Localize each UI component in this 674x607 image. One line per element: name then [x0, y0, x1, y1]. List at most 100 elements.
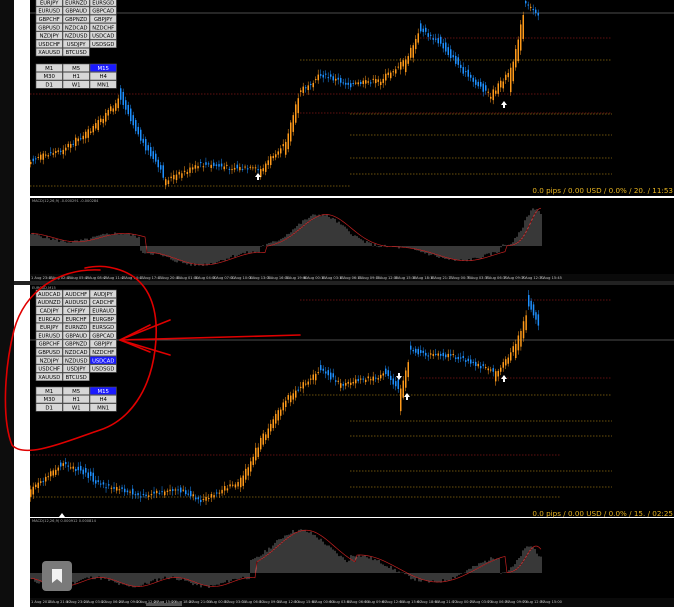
scrollbar-thumb[interactable]: [146, 603, 182, 606]
timeframe-button-h1[interactable]: H1: [62, 394, 90, 404]
candlestick: [45, 476, 47, 482]
chart-window-bottom[interactable]: EURCAD,M15 1 Aug 20181 Aug 21:001 Aug 23…: [30, 285, 674, 607]
price-chart-area[interactable]: [30, 285, 674, 517]
symbol-button-usdchf[interactable]: USDCHF: [35, 364, 63, 373]
candlestick: [532, 8, 534, 11]
symbol-button-usdcad[interactable]: USDCAD: [89, 31, 117, 40]
symbol-button-chfjpy[interactable]: CHFJPY: [62, 306, 90, 315]
symbol-button-gbpjpy[interactable]: GBPJPY: [89, 14, 117, 24]
symbol-button-nzdjpy[interactable]: NZDJPY: [35, 31, 63, 40]
symbol-button-eurnzd[interactable]: EURNZD: [62, 0, 90, 7]
chart-window-top[interactable]: 1 Aug 23:452 Aug 02:452 Aug 05:452 Aug 0…: [30, 0, 674, 281]
candlestick: [210, 494, 213, 498]
symbol-button-usdsgd[interactable]: USDSGD: [89, 364, 117, 373]
candlestick: [390, 375, 392, 381]
symbol-button-gbpnzd[interactable]: GBPNZD: [62, 14, 90, 24]
timeframe-button-h4[interactable]: H4: [89, 72, 117, 81]
candlestick: [517, 39, 519, 62]
timeframe-button-mn1[interactable]: MN1: [89, 403, 117, 412]
candlestick: [305, 87, 307, 89]
symbol-button-gbpusd[interactable]: GBPUSD: [35, 23, 63, 32]
timeframe-button-m1[interactable]: M1: [35, 63, 63, 72]
symbol-button-eurgbp[interactable]: EURGBP: [89, 314, 117, 323]
symbol-button-usdjpy[interactable]: USDJPY: [62, 364, 90, 373]
symbol-button-nzdusd[interactable]: NZDUSD: [62, 356, 90, 365]
timeframe-button-m30[interactable]: M30: [35, 394, 63, 404]
symbol-button-gbpusd[interactable]: GBPUSD: [35, 347, 63, 357]
timeframe-button-d1[interactable]: D1: [35, 80, 63, 89]
symbol-button-eursgd[interactable]: EURSGD: [89, 322, 117, 332]
timeframe-button-m15[interactable]: M15: [89, 63, 117, 72]
candlestick: [350, 83, 352, 88]
symbol-button-cadchf[interactable]: CADCHF: [89, 297, 117, 307]
symbol-button-eurnzd[interactable]: EURNZD: [62, 322, 90, 332]
symbol-button-usdsgd[interactable]: USDSGD: [89, 39, 117, 48]
symbol-button-gbpchf[interactable]: GBPCHF: [35, 14, 63, 24]
candlestick: [365, 80, 367, 84]
symbol-button-btcusd[interactable]: BTCUSD: [62, 47, 90, 57]
symbol-button-gbpaud[interactable]: GBPAUD: [62, 6, 90, 15]
symbol-button-usdjpy[interactable]: USDJPY: [62, 39, 90, 48]
symbol-button-gbpchf[interactable]: GBPCHF: [35, 339, 63, 348]
timeframe-button-mn1[interactable]: MN1: [89, 80, 117, 89]
timeframe-button-m5[interactable]: M5: [62, 386, 90, 395]
symbol-button-gbpaud[interactable]: GBPAUD: [62, 331, 90, 340]
macd-indicator-area[interactable]: [30, 198, 674, 274]
symbol-button-gbpjpy[interactable]: GBPJPY: [89, 339, 117, 348]
symbol-button-nzdjpy[interactable]: NZDJPY: [35, 356, 63, 365]
symbol-button-audcad[interactable]: AUDCAD: [35, 289, 63, 298]
candlestick: [482, 83, 484, 92]
symbol-button-euraud[interactable]: EURAUD: [89, 306, 117, 315]
symbol-button-audchf[interactable]: AUDCHF: [62, 289, 90, 298]
symbol-button-eurcad[interactable]: EURCAD: [35, 314, 63, 323]
candlestick: [352, 83, 354, 85]
timeframe-button-m30[interactable]: M30: [35, 72, 63, 81]
timeframe-button-w1[interactable]: W1: [62, 80, 90, 89]
candlestick: [65, 147, 67, 151]
symbol-button-xauusd[interactable]: XAUUSD: [35, 372, 63, 381]
symbol-button-nzdcad[interactable]: NZDCAD: [62, 23, 90, 32]
symbol-button-audnzd[interactable]: AUDNZD: [35, 297, 63, 307]
price-chart-area[interactable]: [30, 0, 674, 196]
symbol-button-eurusd[interactable]: EURUSD: [35, 331, 63, 340]
symbol-button-eursgd[interactable]: EURSGD: [89, 0, 117, 7]
candlestick: [37, 156, 39, 158]
symbol-button-xauusd[interactable]: XAUUSD: [35, 47, 63, 57]
candlestick: [241, 168, 244, 170]
candlestick: [90, 471, 92, 476]
symbol-button-eurjpy[interactable]: EURJPY: [35, 0, 63, 7]
bookmark-button[interactable]: [42, 561, 72, 591]
timeframe-button-m5[interactable]: M5: [62, 63, 90, 72]
symbol-button-usdcad[interactable]: USDCAD: [89, 356, 117, 365]
macd-indicator-area[interactable]: [30, 518, 674, 598]
candlestick: [122, 91, 124, 105]
symbol-button-usdchf[interactable]: USDCHF: [35, 39, 63, 48]
symbol-button-audusd[interactable]: AUDUSD: [62, 297, 90, 307]
candlestick: [210, 164, 212, 168]
symbol-button-nzdchf[interactable]: NZDCHF: [89, 23, 117, 32]
symbol-button-cadjpy[interactable]: CADJPY: [35, 306, 63, 315]
symbol-button-audjpy[interactable]: AUDJPY: [89, 289, 117, 298]
symbol-button-gbpcad[interactable]: GBPCAD: [89, 331, 117, 340]
symbol-button-eurchf[interactable]: EURCHF: [62, 314, 90, 323]
timeframe-button-d1[interactable]: D1: [35, 403, 63, 412]
candlestick: [425, 352, 427, 356]
symbol-button-btcusd[interactable]: BTCUSD: [62, 372, 90, 381]
symbol-button-eurjpy[interactable]: EURJPY: [35, 322, 63, 332]
symbol-button-eurusd[interactable]: EURUSD: [35, 6, 63, 15]
timeframe-button-m1[interactable]: M1: [35, 386, 63, 395]
symbol-button-gbpcad[interactable]: GBPCAD: [89, 6, 117, 15]
candlestick: [417, 33, 419, 43]
symbol-button-nzdusd[interactable]: NZDUSD: [62, 31, 90, 40]
timeframe-button-w1[interactable]: W1: [62, 403, 90, 412]
timeframe-button-m15[interactable]: M15: [89, 386, 117, 395]
timeframe-button-h1[interactable]: H1: [62, 72, 90, 81]
symbol-button-gbpnzd[interactable]: GBPNZD: [62, 339, 90, 348]
symbol-button-nzdchf[interactable]: NZDCHF: [89, 347, 117, 357]
candlestick: [407, 362, 409, 378]
symbol-button-nzdcad[interactable]: NZDCAD: [62, 347, 90, 357]
candlestick: [115, 103, 117, 111]
candlestick: [208, 498, 210, 500]
timeframe-button-h4[interactable]: H4: [89, 394, 117, 404]
symbol-label: CADJPY: [40, 309, 60, 315]
